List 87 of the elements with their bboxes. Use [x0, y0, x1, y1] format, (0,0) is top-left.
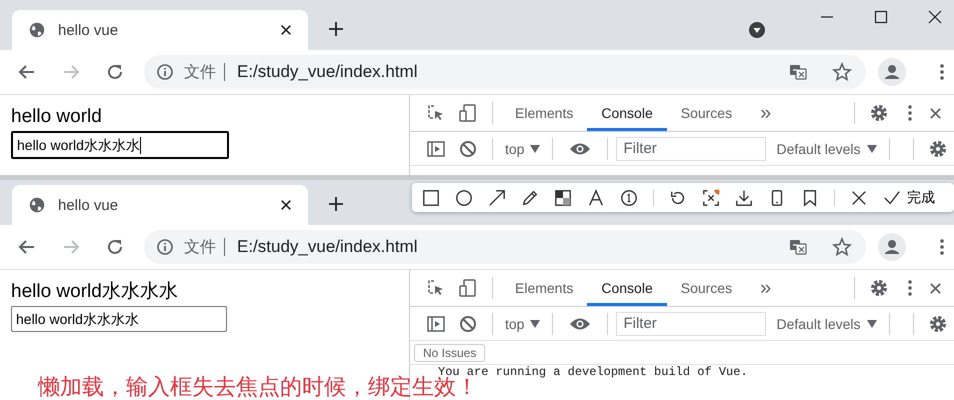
- page-heading: hello world: [11, 105, 103, 129]
- new-tab-icon[interactable]: [328, 196, 344, 212]
- menu-icon[interactable]: [907, 279, 913, 297]
- close-icon[interactable]: [929, 106, 942, 120]
- close-icon[interactable]: [850, 188, 868, 206]
- settings-icon[interactable]: [869, 278, 889, 298]
- back-icon[interactable]: [18, 238, 36, 256]
- clear-icon[interactable]: [458, 138, 478, 158]
- profile-icon[interactable]: [878, 233, 906, 261]
- issues-button[interactable]: No Issues: [414, 344, 486, 362]
- tab-title: hello vue: [58, 22, 118, 38]
- page-heading: hello world水水水水: [11, 280, 179, 304]
- circle-tool-icon[interactable]: [455, 188, 473, 206]
- clear-icon[interactable]: [458, 314, 478, 334]
- more-tabs[interactable]: »: [746, 276, 786, 300]
- caret-icon: [530, 320, 540, 328]
- context-select[interactable]: top: [501, 140, 544, 156]
- arrow-tool-icon[interactable]: [488, 188, 506, 206]
- undo-icon[interactable]: [669, 188, 687, 206]
- close-icon[interactable]: [928, 10, 942, 24]
- close-icon[interactable]: [929, 282, 942, 294]
- devtools-tab[interactable]: Elements: [501, 270, 588, 306]
- profile-icon[interactable]: [878, 58, 906, 86]
- tab-title: hello vue: [58, 196, 118, 214]
- browser-tab[interactable]: hello vue: [12, 10, 308, 50]
- devtools-tab[interactable]: Console: [587, 95, 667, 131]
- caret-icon: [866, 144, 877, 152]
- globe-icon: [28, 21, 46, 39]
- url-text: E:/study_vue/index.html: [237, 62, 418, 82]
- address-bar[interactable]: 文件 E:/study_vue/index.html: [144, 55, 866, 89]
- devtools-tab[interactable]: Elements: [501, 95, 588, 131]
- device-icon[interactable]: [458, 278, 478, 298]
- text-input[interactable]: hello world水水水水: [11, 131, 229, 159]
- menu-icon[interactable]: [907, 104, 913, 122]
- sidebar-icon[interactable]: [426, 314, 446, 334]
- pencil-icon[interactable]: [521, 188, 539, 206]
- eye-icon[interactable]: [569, 316, 592, 330]
- star-icon[interactable]: [832, 62, 852, 82]
- info-icon[interactable]: [156, 63, 174, 81]
- star-icon[interactable]: [832, 237, 852, 257]
- close-icon[interactable]: [280, 24, 292, 36]
- device-icon[interactable]: [458, 103, 478, 123]
- devtools-tab[interactable]: Sources: [666, 95, 746, 131]
- caret-icon: [866, 320, 877, 328]
- maximize-icon[interactable]: [874, 10, 888, 24]
- annotation-caption: 懒加载，输入框失去焦点的时候，绑定生效！: [38, 377, 478, 399]
- scheme-label: 文件: [184, 238, 216, 258]
- text-input[interactable]: hello world水水水水: [11, 306, 227, 332]
- globe-icon: [28, 196, 46, 214]
- levels-select[interactable]: Default levels: [772, 316, 881, 332]
- text-tool-icon[interactable]: [587, 188, 605, 206]
- menu-icon[interactable]: [939, 238, 945, 256]
- filter-field[interactable]: Filter: [616, 136, 766, 160]
- close-icon[interactable]: [280, 199, 292, 211]
- rectangle-tool-icon[interactable]: [422, 188, 440, 206]
- context-select[interactable]: top: [501, 316, 544, 332]
- dropdown-icon[interactable]: [748, 21, 766, 39]
- translate-icon[interactable]: [788, 62, 808, 82]
- translate-icon[interactable]: [788, 237, 808, 257]
- address-bar[interactable]: 文件 E:/study_vue/index.html: [144, 230, 866, 264]
- scheme-label: 文件: [184, 62, 216, 82]
- info-icon[interactable]: [156, 238, 174, 256]
- reload-icon[interactable]: [106, 63, 124, 81]
- sidebar-icon[interactable]: [426, 138, 446, 158]
- back-icon[interactable]: [18, 63, 36, 81]
- levels-select[interactable]: Default levels: [772, 140, 881, 156]
- settings-icon[interactable]: [869, 103, 889, 123]
- new-tab-icon[interactable]: [328, 21, 344, 37]
- number-marker-icon[interactable]: [620, 188, 638, 206]
- settings-icon[interactable]: [928, 314, 948, 334]
- done-button[interactable]: 完成: [883, 188, 935, 206]
- check-icon: [883, 188, 901, 206]
- download-icon[interactable]: [735, 188, 753, 206]
- devtools-tab[interactable]: Sources: [666, 270, 746, 306]
- eye-icon[interactable]: [569, 142, 592, 156]
- filter-field[interactable]: Filter: [616, 312, 766, 336]
- more-tabs[interactable]: »: [746, 102, 786, 124]
- translate-scan-icon[interactable]: [702, 188, 720, 206]
- reload-icon[interactable]: [106, 238, 124, 256]
- caret-icon: [530, 144, 540, 152]
- devtools-tab[interactable]: Console: [587, 270, 667, 306]
- settings-icon[interactable]: [928, 138, 948, 158]
- url-text: E:/study_vue/index.html: [237, 237, 418, 257]
- bookmark-icon[interactable]: [801, 188, 819, 206]
- mosaic-icon[interactable]: [554, 188, 572, 206]
- menu-icon[interactable]: [939, 63, 945, 81]
- browser-tab[interactable]: hello vue: [12, 185, 308, 225]
